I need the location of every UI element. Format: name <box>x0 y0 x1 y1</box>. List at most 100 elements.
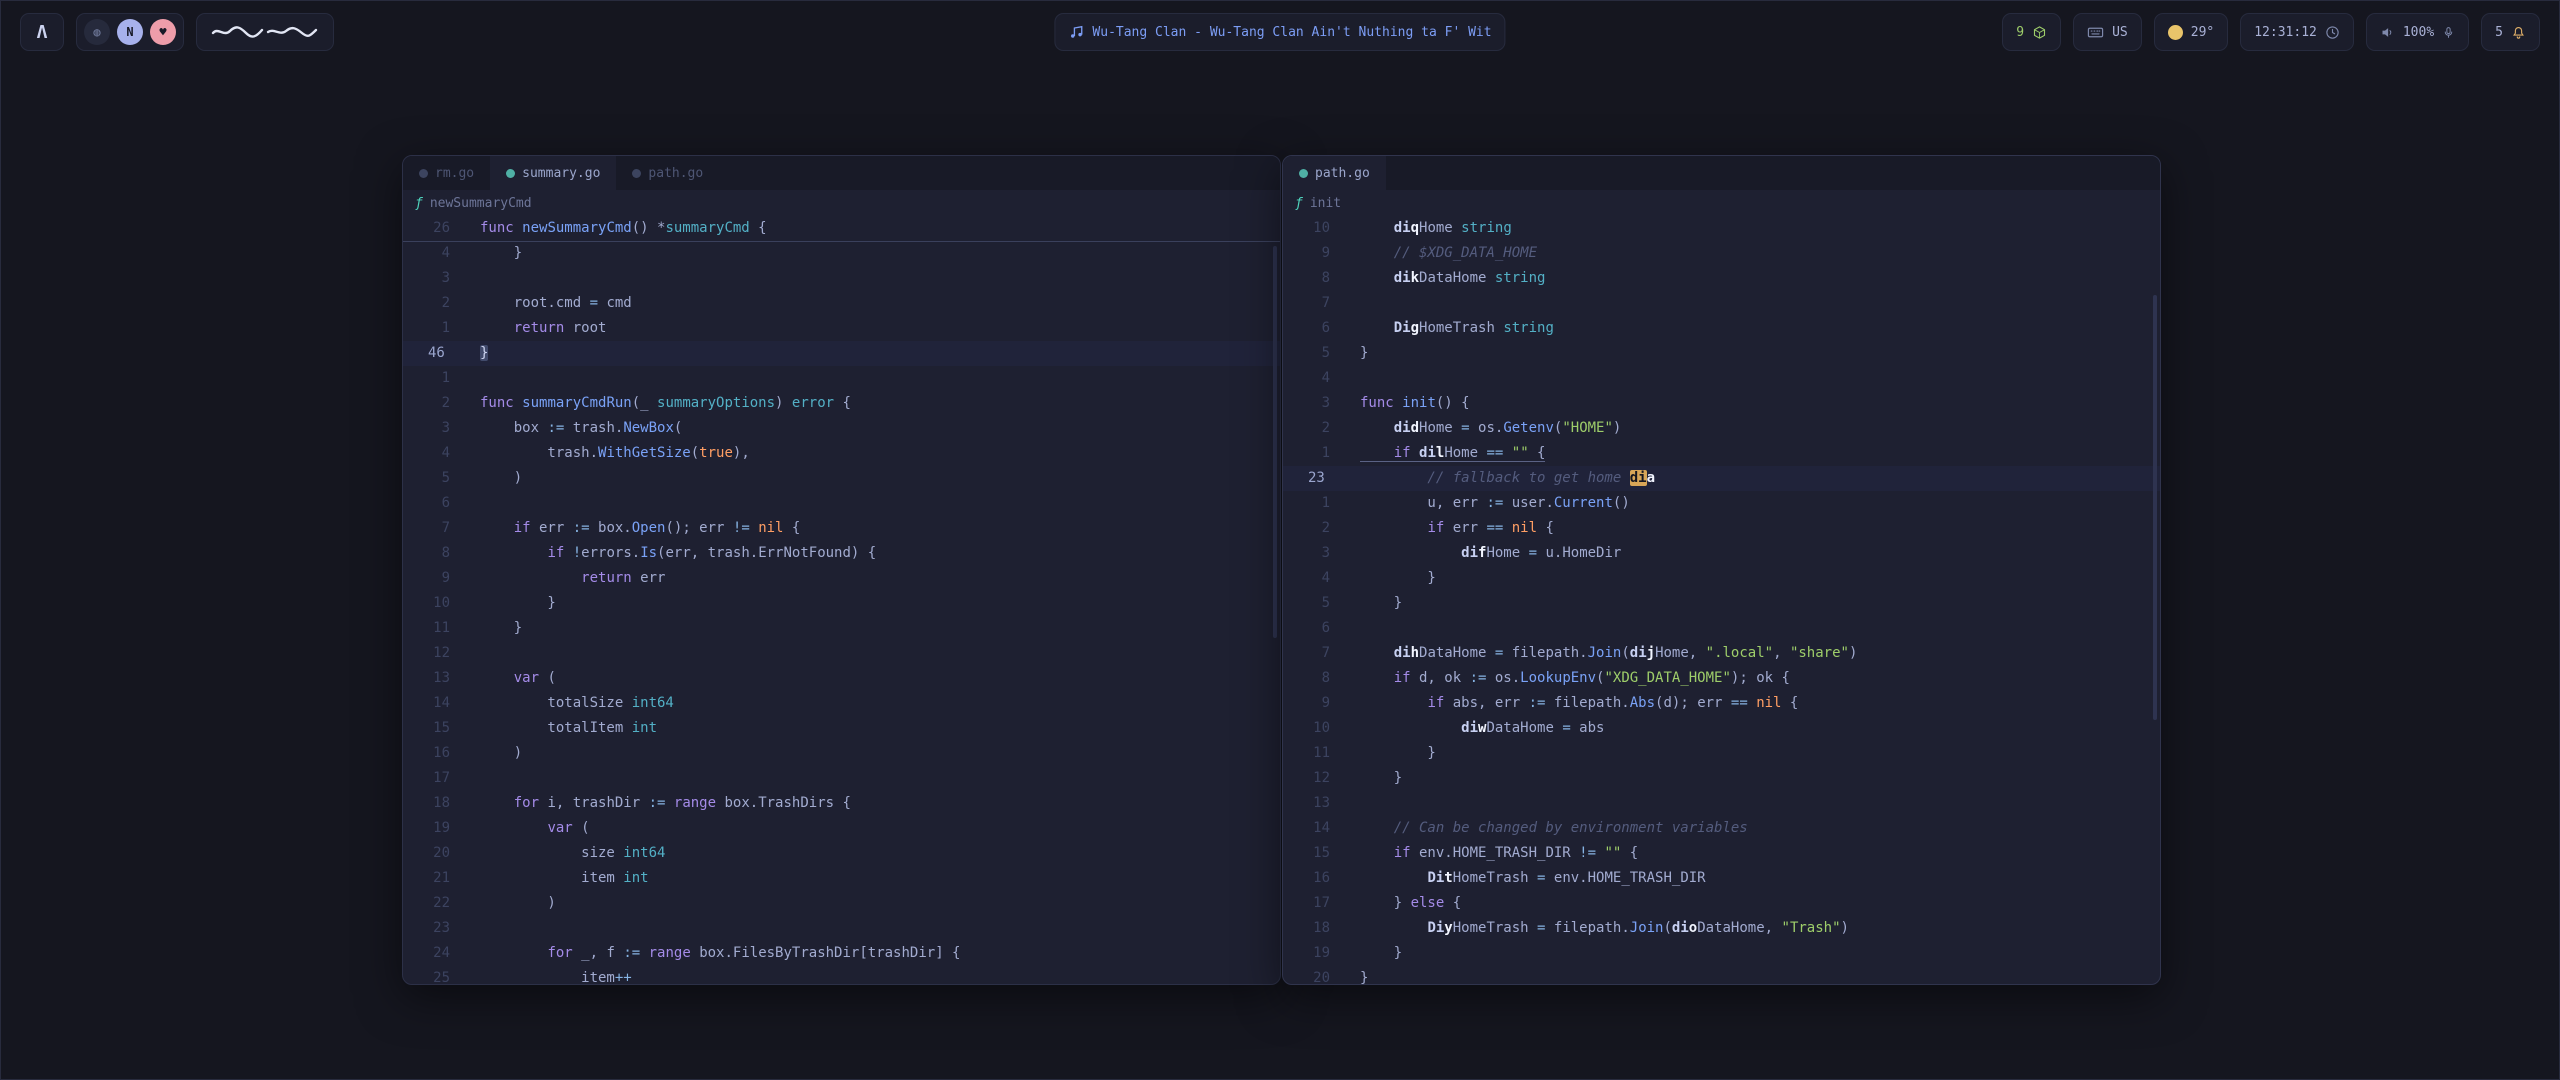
code-line[interactable]: 3func init() { <box>1283 391 2160 416</box>
code-line[interactable]: 4 } <box>403 241 1280 266</box>
code-line[interactable]: 19 var ( <box>403 816 1280 841</box>
code-line[interactable]: 23 // fallback to get home dia <box>1283 466 2160 491</box>
line-number: 17 <box>1283 891 1360 916</box>
code-line[interactable]: 1 if dilHome == "" { <box>1283 441 2160 466</box>
code-area-right[interactable]: 10 diqHome string9 // $XDG_DATA_HOME8 di… <box>1283 216 2160 984</box>
line-number: 9 <box>403 566 480 591</box>
code-text <box>1360 366 2160 391</box>
code-line[interactable]: 6 DigHomeTrash string <box>1283 316 2160 341</box>
status-bar: Λ ◍ N ♥ Wu-Tang Cl <box>0 0 2560 64</box>
code-line[interactable]: 10 } <box>403 591 1280 616</box>
code-line[interactable]: 5 ) <box>403 466 1280 491</box>
code-line[interactable]: 7 dihDataHome = filepath.Join(dijHome, "… <box>1283 641 2160 666</box>
code-line[interactable]: 2 root.cmd = cmd <box>403 291 1280 316</box>
notifications-pill[interactable]: 5 <box>2481 13 2540 51</box>
volume-pill[interactable]: 100% <box>2366 13 2469 51</box>
scrollbar-left[interactable] <box>1273 246 1277 638</box>
code-line[interactable]: 23 <box>403 916 1280 941</box>
tab-rm.go[interactable]: rm.go <box>403 156 490 190</box>
code-line[interactable]: 7 if err := box.Open(); err != nil { <box>403 516 1280 541</box>
code-line[interactable]: 4 } <box>1283 566 2160 591</box>
go-file-icon <box>419 169 428 178</box>
code-line[interactable]: 14 totalSize int64 <box>403 691 1280 716</box>
code-line[interactable]: 17 <box>403 766 1280 791</box>
code-line[interactable]: 7 <box>1283 291 2160 316</box>
code-area-left[interactable]: 26func newSummaryCmd() *summaryCmd {4 }3… <box>403 216 1280 984</box>
line-number: 5 <box>1283 591 1360 616</box>
keyboard-layout-pill[interactable]: US <box>2073 13 2142 51</box>
code-line[interactable]: 17 } else { <box>1283 891 2160 916</box>
code-line[interactable]: 10 diqHome string <box>1283 216 2160 241</box>
code-line[interactable]: 19 } <box>1283 941 2160 966</box>
workspace-1[interactable]: ◍ <box>84 19 110 45</box>
tab-summary.go[interactable]: summary.go <box>490 156 616 190</box>
code-line[interactable]: 4 trash.WithGetSize(true), <box>403 441 1280 466</box>
code-line[interactable]: 12 } <box>1283 766 2160 791</box>
code-line[interactable]: 15 totalItem int <box>403 716 1280 741</box>
workspace-2-active[interactable]: N <box>117 19 143 45</box>
code-line[interactable]: 1 <box>403 366 1280 391</box>
code-line[interactable]: 14 // Can be changed by environment vari… <box>1283 816 2160 841</box>
code-line[interactable]: 20} <box>1283 966 2160 984</box>
code-line[interactable]: 21 item int <box>403 866 1280 891</box>
code-line[interactable]: 5 } <box>1283 591 2160 616</box>
code-line[interactable]: 11 } <box>1283 741 2160 766</box>
workspace-3[interactable]: ♥ <box>150 19 176 45</box>
code-text: } <box>480 241 1280 266</box>
code-text: dihDataHome = filepath.Join(dijHome, ".l… <box>1360 641 2160 666</box>
code-line[interactable]: 3 difHome = u.HomeDir <box>1283 541 2160 566</box>
code-text: DiyHomeTrash = filepath.Join(dioDataHome… <box>1360 916 2160 941</box>
code-text: diwDataHome = abs <box>1360 716 2160 741</box>
code-line[interactable]: 8 dikDataHome string <box>1283 266 2160 291</box>
code-line[interactable]: 9 if abs, err := filepath.Abs(d); err ==… <box>1283 691 2160 716</box>
code-line[interactable]: 8 if !errors.Is(err, trash.ErrNotFound) … <box>403 541 1280 566</box>
code-line[interactable]: 16 ) <box>403 741 1280 766</box>
package-icon <box>2032 25 2047 40</box>
scrollbar-right[interactable] <box>2153 295 2157 720</box>
code-line[interactable]: 3 box := trash.NewBox( <box>403 416 1280 441</box>
code-line[interactable]: 5} <box>1283 341 2160 366</box>
code-line[interactable]: 46} <box>403 341 1280 366</box>
code-line[interactable]: 25 item++ <box>403 966 1280 984</box>
code-line[interactable]: 16 DitHomeTrash = env.HOME_TRASH_DIR <box>1283 866 2160 891</box>
code-line[interactable]: 10 diwDataHome = abs <box>1283 716 2160 741</box>
editor-window-right: path.go ƒ init 10 diqHome string9 // $XD… <box>1282 155 2161 985</box>
code-line[interactable]: 24 for _, f := range box.FilesByTrashDir… <box>403 941 1280 966</box>
code-line[interactable]: 2 didHome = os.Getenv("HOME") <box>1283 416 2160 441</box>
code-text <box>480 366 1280 391</box>
code-line[interactable]: 2func summaryCmdRun(_ summaryOptions) er… <box>403 391 1280 416</box>
context-line[interactable]: 26func newSummaryCmd() *summaryCmd { <box>403 216 1280 241</box>
code-line[interactable]: 2 if err == nil { <box>1283 516 2160 541</box>
code-line[interactable]: 3 <box>403 266 1280 291</box>
code-line[interactable]: 9 // $XDG_DATA_HOME <box>1283 241 2160 266</box>
breadcrumb-left[interactable]: ƒ newSummaryCmd <box>403 190 1280 216</box>
clock-pill[interactable]: 12:31:12 <box>2240 13 2354 51</box>
go-file-icon <box>632 169 641 178</box>
breadcrumb-right[interactable]: ƒ init <box>1283 190 2160 216</box>
code-line[interactable]: 18 for i, trashDir := range box.TrashDir… <box>403 791 1280 816</box>
code-line[interactable]: 11 } <box>403 616 1280 641</box>
code-line[interactable]: 12 <box>403 641 1280 666</box>
code-line[interactable]: 1 return root <box>403 316 1280 341</box>
tab-path.go[interactable]: path.go <box>1283 156 1386 190</box>
code-line[interactable]: 9 return err <box>403 566 1280 591</box>
tab-path.go[interactable]: path.go <box>616 156 719 190</box>
weather-pill[interactable]: 29° <box>2154 13 2228 51</box>
code-line[interactable]: 6 <box>1283 616 2160 641</box>
code-line[interactable]: 1 u, err := user.Current() <box>1283 491 2160 516</box>
media-player-pill[interactable]: Wu-Tang Clan - Wu-Tang Clan Ain't Nuthin… <box>1054 13 1505 51</box>
code-line[interactable]: 22 ) <box>403 891 1280 916</box>
window-title-pill[interactable] <box>196 13 334 51</box>
code-line[interactable]: 8 if d, ok := os.LookupEnv("XDG_DATA_HOM… <box>1283 666 2160 691</box>
code-line[interactable]: 13 var ( <box>403 666 1280 691</box>
code-line[interactable]: 13 <box>1283 791 2160 816</box>
code-line[interactable]: 4 <box>1283 366 2160 391</box>
app-launcher-button[interactable]: Λ <box>20 13 64 51</box>
code-line[interactable]: 18 DiyHomeTrash = filepath.Join(dioDataH… <box>1283 916 2160 941</box>
code-line[interactable]: 15 if env.HOME_TRASH_DIR != "" { <box>1283 841 2160 866</box>
line-number: 20 <box>1283 966 1360 984</box>
updates-pill[interactable]: 9 <box>2002 13 2061 51</box>
code-line[interactable]: 20 size int64 <box>403 841 1280 866</box>
code-line[interactable]: 6 <box>403 491 1280 516</box>
code-text: u, err := user.Current() <box>1360 491 2160 516</box>
